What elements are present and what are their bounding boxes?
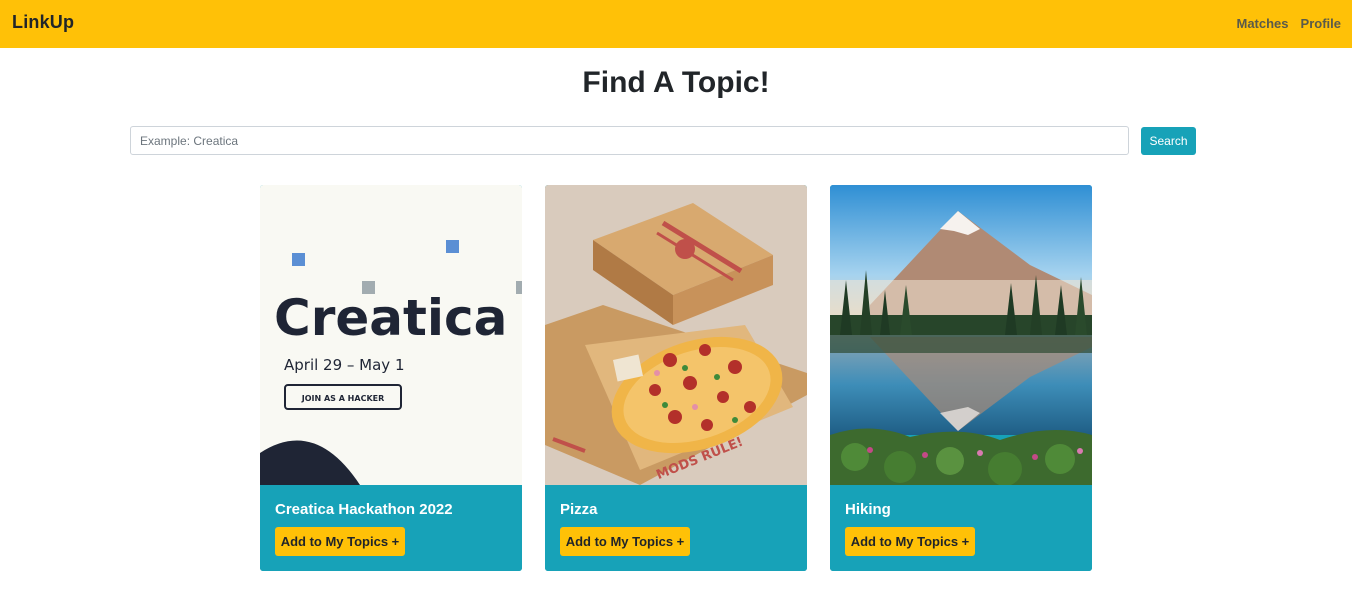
creatica-date: April 29 – May 1 (284, 356, 405, 374)
creatica-wordmark: Creatica (274, 289, 507, 347)
add-to-my-topics-button[interactable]: Add to My Topics + (845, 527, 975, 556)
nav-link-matches[interactable]: Matches (1237, 16, 1289, 31)
creatica-cta: JOIN AS A HACKER (301, 394, 385, 403)
creatica-banner-image: Creatica April 29 – May 1 JOIN AS A HACK… (260, 185, 522, 485)
search-button[interactable]: Search (1141, 127, 1196, 155)
topic-card-body: Creatica Hackathon 2022 Add to My Topics… (260, 485, 522, 571)
nav-links: Matches Profile (1237, 16, 1342, 31)
topic-card-creatica: Creatica April 29 – May 1 JOIN AS A HACK… (260, 185, 522, 571)
add-to-my-topics-button[interactable]: Add to My Topics + (275, 527, 405, 556)
topic-card-body: Hiking Add to My Topics + (830, 485, 1092, 571)
topic-card-body: Pizza Add to My Topics + (545, 485, 807, 571)
pizza-box-image: MODS RULE! (545, 185, 807, 485)
search-input[interactable] (130, 126, 1129, 155)
page-title: Find A Topic! (582, 66, 770, 99)
topic-card-title: Hiking (845, 501, 891, 518)
topic-card-title: Pizza (560, 501, 598, 518)
topic-card-title: Creatica Hackathon 2022 (275, 501, 453, 518)
add-to-my-topics-button[interactable]: Add to My Topics + (560, 527, 690, 556)
nav-link-profile[interactable]: Profile (1301, 16, 1341, 31)
topic-card-hiking: Hiking Add to My Topics + (830, 185, 1092, 571)
top-navbar: LinkUp Matches Profile (0, 0, 1352, 48)
brand-logo[interactable]: LinkUp (12, 12, 74, 33)
mountain-lake-image (830, 185, 1092, 485)
topic-card-pizza: MODS RULE! Pizza Add to My Topics + (545, 185, 807, 571)
